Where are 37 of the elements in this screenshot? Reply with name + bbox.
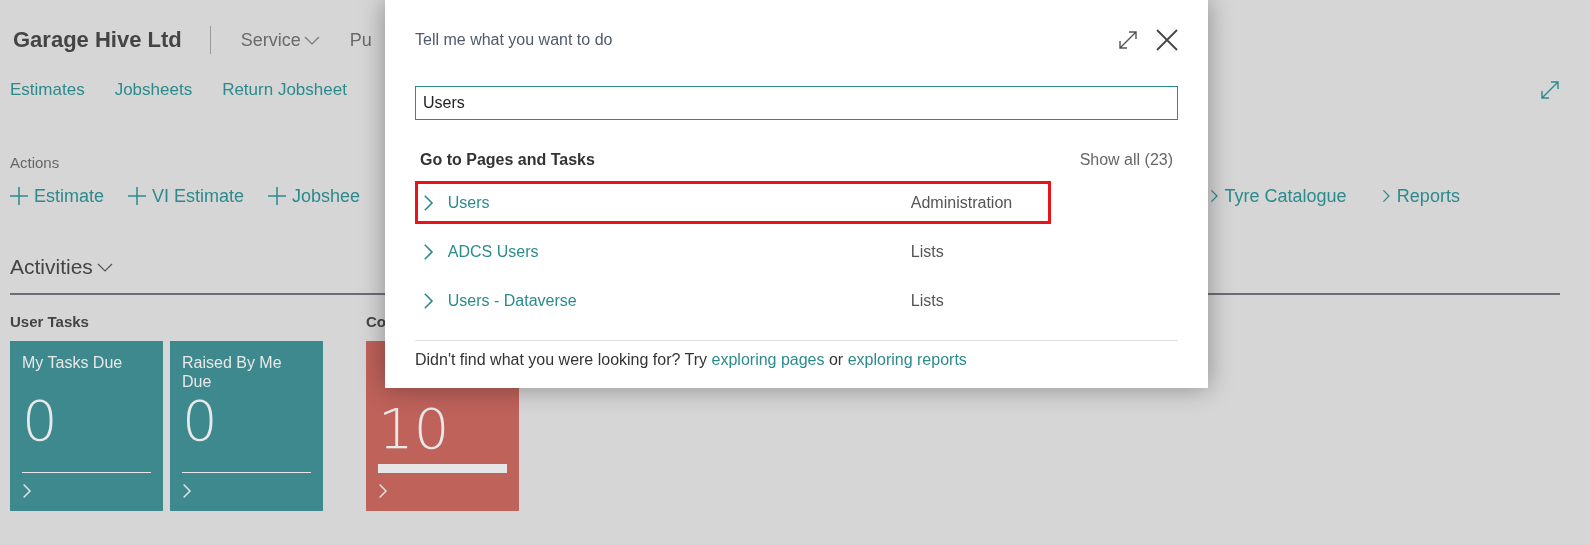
result-category: Lists (910, 242, 944, 261)
nav-link[interactable]: Return Jobsheet (222, 80, 347, 100)
tile-title: My Tasks Due (22, 353, 124, 373)
result-category: Lists (910, 291, 944, 310)
nav-link[interactable]: Estimates (10, 80, 85, 100)
menu-item[interactable]: Pu (349, 29, 372, 51)
action-link[interactable]: Tyre Catalogue (1210, 185, 1347, 207)
tile-value: 0 (22, 391, 59, 451)
explore-reports-link[interactable]: exploring reports (847, 351, 967, 368)
result-link[interactable]: Users - Dataverse (447, 291, 911, 310)
tile-title: Raised By Me Due (182, 353, 283, 391)
tile-value: 10 (378, 399, 451, 459)
search-field[interactable]: Users (415, 86, 1178, 120)
menu-item[interactable]: Service (240, 29, 320, 51)
action-link[interactable]: Estimate (10, 185, 105, 207)
company-name: Garage Hive Ltd (13, 27, 182, 53)
result-link[interactable]: ADCS Users (447, 242, 911, 261)
cue-tile[interactable]: My Tasks Due 0 (10, 341, 163, 511)
show-all-link[interactable]: Show all (23) (1079, 151, 1173, 169)
section-title: Activities (10, 255, 93, 279)
cue-tile[interactable]: Raised By Me Due 0 (170, 341, 323, 511)
result-row[interactable]: Users - Dataverse Lists (415, 279, 1051, 322)
tile-value: 0 (182, 391, 219, 451)
result-category: Administration (910, 193, 1013, 212)
section-title: Go to Pages and Tasks (420, 151, 595, 169)
result-row[interactable]: ADCS Users Lists (415, 230, 1051, 273)
group-label: Co (366, 313, 386, 332)
group-label: User Tasks (10, 313, 89, 332)
action-link[interactable]: Jobshee (268, 185, 361, 207)
result-link[interactable]: Users (447, 193, 911, 212)
action-link[interactable]: Reports (1382, 185, 1460, 207)
action-link[interactable]: VI Estimate (128, 185, 245, 207)
explore-pages-link[interactable]: exploring pages (711, 351, 825, 368)
nav-link[interactable]: Jobsheets (114, 80, 193, 100)
result-row[interactable]: Users Administration (415, 181, 1051, 224)
actions-label: Actions (10, 154, 60, 171)
dialog-title: Tell me what you want to do (415, 31, 614, 49)
